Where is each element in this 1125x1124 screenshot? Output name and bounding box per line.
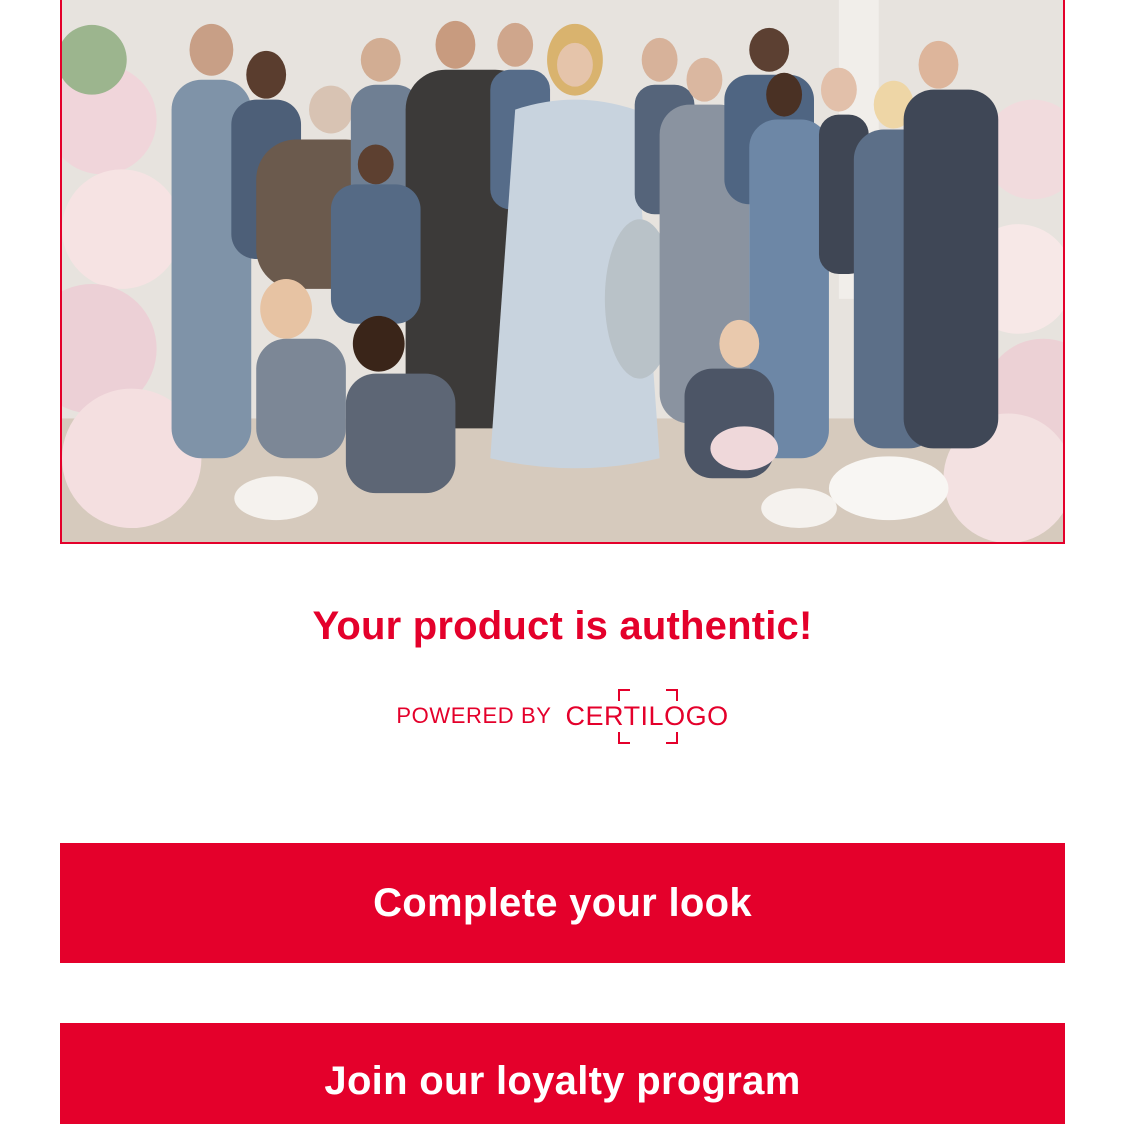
authentic-message: Your product is authentic! xyxy=(312,604,813,648)
certilogo-wordmark: CERTILOGO xyxy=(565,700,729,731)
logo-bracket-icon xyxy=(665,731,678,744)
logo-bracket-icon xyxy=(617,688,630,701)
join-loyalty-program-button[interactable]: Join our loyalty program xyxy=(60,1023,1065,1124)
hero-image xyxy=(60,0,1065,544)
page: Your product is authentic! POWERED BY CE… xyxy=(0,0,1125,1124)
powered-by-certilogo: POWERED BY CERTILOGO xyxy=(0,684,1125,748)
logo-bracket-icon xyxy=(665,688,678,701)
powered-by-label: POWERED BY xyxy=(396,703,552,728)
hero-photo-illustration xyxy=(62,0,1063,542)
complete-your-look-button[interactable]: Complete your look xyxy=(60,843,1065,963)
logo-bracket-icon xyxy=(617,731,630,744)
certilogo-logo: CERTILOGO xyxy=(566,687,729,746)
